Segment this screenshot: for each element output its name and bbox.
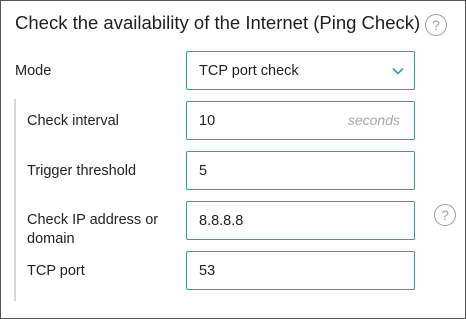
check-interval-unit: seconds — [347, 112, 400, 128]
chevron-down-icon — [392, 68, 404, 75]
check-ip-field — [186, 201, 415, 240]
ping-check-panel: Check the availability of the Internet (… — [0, 0, 466, 319]
mode-selected-value: TCP port check — [199, 63, 299, 79]
help-icon[interactable]: ? — [425, 14, 447, 36]
trigger-threshold-field — [186, 151, 415, 190]
mode-label: Mode — [15, 63, 52, 79]
check-ip-help-icon[interactable]: ? — [434, 204, 456, 226]
trigger-threshold-label: Trigger threshold — [27, 163, 137, 179]
check-ip-input[interactable] — [187, 202, 414, 239]
check-ip-label: Check IP address or domain — [27, 212, 159, 247]
tcp-port-label: TCP port — [27, 263, 85, 279]
panel-title: Check the availability of the Internet (… — [15, 12, 421, 33]
check-interval-field: seconds — [186, 101, 415, 140]
settings-group-indicator — [14, 99, 16, 301]
tcp-port-field — [186, 251, 415, 290]
trigger-threshold-input[interactable] — [187, 152, 414, 189]
mode-select[interactable]: TCP port check — [186, 51, 415, 90]
check-interval-label: Check interval — [27, 113, 119, 129]
tcp-port-input[interactable] — [187, 252, 414, 289]
